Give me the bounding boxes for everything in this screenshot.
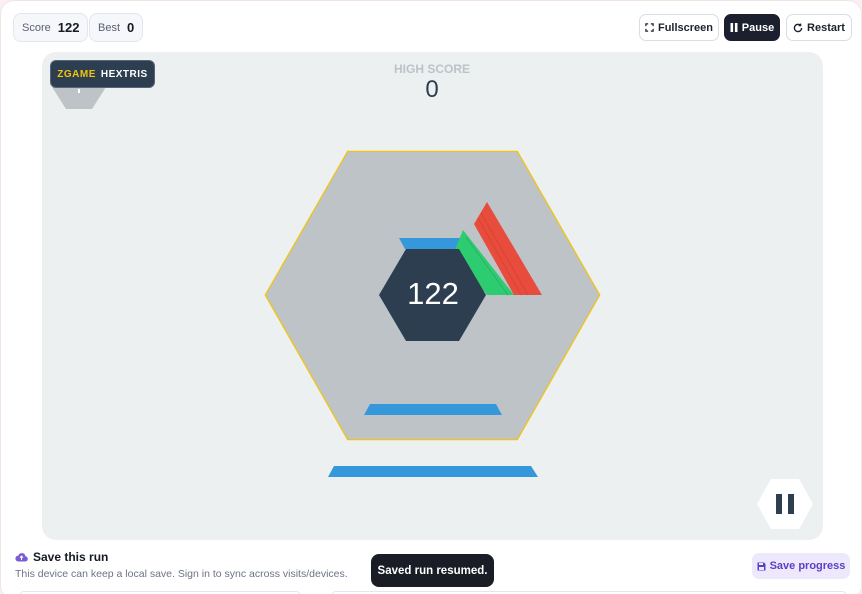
pause-icon (730, 23, 738, 32)
save-description: This device can keep a local save. Sign … (15, 568, 348, 580)
save-progress-label: Save progress (769, 560, 846, 572)
pause-label: Pause (741, 21, 775, 34)
fullscreen-icon (645, 23, 654, 32)
center-score: 122 (407, 276, 459, 311)
brand-name: HEXTRIS (100, 68, 148, 80)
block-blue-lower (364, 404, 502, 415)
fullscreen-label: Fullscreen (657, 21, 714, 34)
save-progress-button[interactable]: Save progress (752, 553, 850, 579)
best-stat: Best 0 (89, 13, 144, 42)
game-canvas[interactable]: ZGAME HEXTRIS HIGH SCORE 0 122 (42, 52, 823, 540)
brand-prefix: ZGAME (57, 68, 96, 80)
pause-fab-hex (757, 479, 813, 529)
high-score-value: 0 (425, 76, 439, 103)
app-card: Score 122 Best 0 Fullscreen Pause Restar… (0, 0, 862, 594)
pause-bar-left (776, 494, 782, 514)
block-blue-falling (328, 466, 538, 477)
score-stat: Score 122 (13, 13, 89, 42)
restart-button[interactable]: Restart (786, 14, 852, 41)
brand-badge: ZGAME HEXTRIS (50, 60, 155, 88)
save-title-text: Save this run (33, 550, 109, 564)
pause-button[interactable]: Pause (724, 14, 780, 41)
floppy-disk-icon (757, 562, 766, 570)
best-value: 0 (127, 20, 135, 35)
save-run-title: Save this run (15, 550, 108, 564)
high-score-label: HIGH SCORE (393, 62, 470, 76)
restart-icon (793, 23, 803, 32)
pause-bar-right (788, 494, 794, 514)
toast-message: Saved run resumed. (371, 554, 494, 587)
cloud-upload-icon (15, 553, 28, 562)
restart-label: Restart (807, 21, 845, 34)
fullscreen-button[interactable]: Fullscreen (639, 14, 719, 41)
game-pause-button[interactable] (756, 478, 814, 530)
score-label: Score (22, 21, 51, 34)
score-value: 122 (57, 20, 80, 35)
corner-dot (78, 89, 80, 93)
best-label: Best (98, 21, 121, 34)
